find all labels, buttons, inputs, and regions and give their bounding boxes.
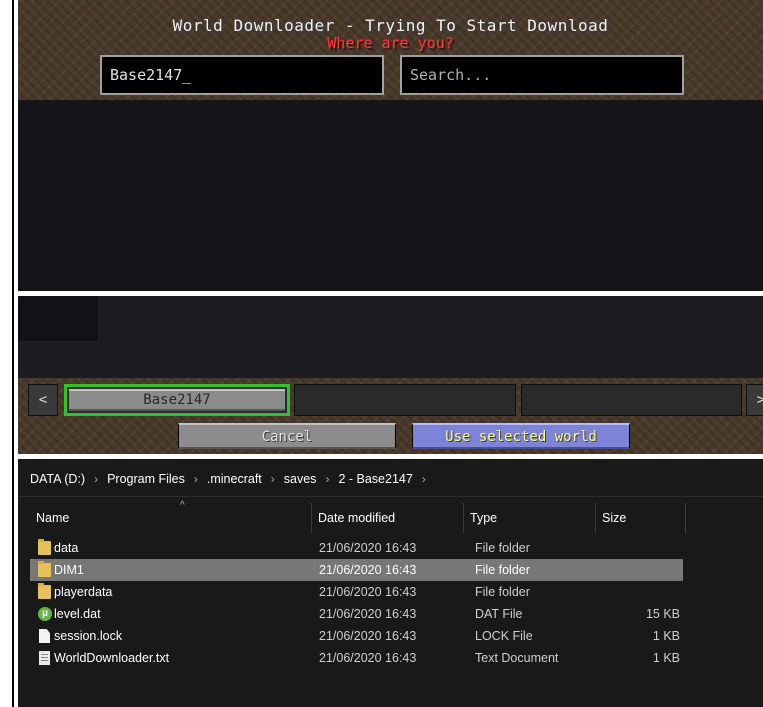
list-item[interactable]: data 21/06/2020 16:43 File folder (30, 537, 683, 559)
breadcrumb-minecraft[interactable]: .minecraft (207, 459, 262, 499)
column-header-name-label: Name (36, 511, 70, 525)
breadcrumb-saves[interactable]: saves (284, 459, 317, 499)
world-slot-empty[interactable] (521, 384, 742, 416)
breadcrumb-world-folder[interactable]: 2 - Base2147 (338, 459, 412, 499)
chevron-right-icon[interactable]: › (325, 459, 329, 499)
file-explorer-window: DATA (D:) › Program Files › .minecraft › saves… (18, 459, 763, 707)
world-list-area[interactable] (18, 100, 763, 291)
world-slot-label: Base2147 (69, 389, 285, 411)
column-header-row: Name ^ Date modified Type Size (18, 500, 763, 533)
world-slot-selected[interactable]: Base2147 (64, 384, 290, 416)
left-border-line (12, 0, 14, 707)
chevron-right-icon[interactable]: › (194, 459, 198, 499)
world-slot-empty[interactable] (294, 384, 516, 416)
previous-page-button[interactable]: < (28, 384, 58, 416)
list-item[interactable]: playerdata 21/06/2020 16:43 File folder (30, 581, 683, 603)
list-scroll-region (18, 296, 98, 341)
breadcrumb-drive[interactable]: DATA (D:) (30, 459, 85, 499)
file-icon (39, 629, 50, 643)
folder-icon (38, 583, 51, 599)
screen-subtitle: Where are you? (327, 34, 454, 52)
text-file-icon (39, 651, 50, 665)
list-item[interactable]: WorldDownloader.txt 21/06/2020 16:43 Tex… (30, 647, 683, 669)
utorrent-icon: µ (38, 607, 52, 621)
column-header-name[interactable]: Name ^ (30, 500, 312, 533)
search-input[interactable]: Search... (400, 55, 684, 95)
cancel-button[interactable]: Cancel (178, 423, 396, 449)
list-item[interactable]: µ level.dat 21/06/2020 16:43 DAT File 15… (30, 603, 683, 625)
minecraft-world-downloader-screen: World Downloader - Trying To Start Downl… (18, 0, 763, 291)
world-name-input[interactable]: Base2147_ (100, 55, 384, 95)
chevron-right-icon[interactable]: › (94, 459, 98, 499)
column-header-date[interactable]: Date modified (312, 503, 464, 533)
column-header-type[interactable]: Type (464, 503, 596, 533)
search-placeholder: Search... (410, 66, 492, 84)
list-item[interactable]: session.lock 21/06/2020 16:43 LOCK File … (30, 625, 683, 647)
chevron-right-icon[interactable]: › (271, 459, 275, 499)
column-header-size[interactable]: Size (596, 503, 686, 533)
breadcrumb-program-files[interactable]: Program Files (107, 459, 185, 499)
use-selected-world-button[interactable]: Use selected world (412, 423, 630, 449)
next-page-button[interactable]: > (746, 384, 763, 416)
minecraft-world-selector: < Base2147 > Cancel Use selected world (18, 296, 763, 454)
screen-title: World Downloader - Trying To Start Downl… (172, 16, 609, 35)
list-item-selected[interactable]: DIM1 21/06/2020 16:43 File folder (30, 559, 683, 581)
chevron-right-icon[interactable]: › (422, 459, 426, 499)
sort-ascending-icon: ^ (180, 500, 185, 511)
breadcrumb: DATA (D:) › Program Files › .minecraft › saves… (18, 459, 763, 497)
folder-icon (38, 561, 51, 577)
scroll-list-area[interactable] (18, 296, 763, 378)
folder-icon (38, 539, 51, 555)
